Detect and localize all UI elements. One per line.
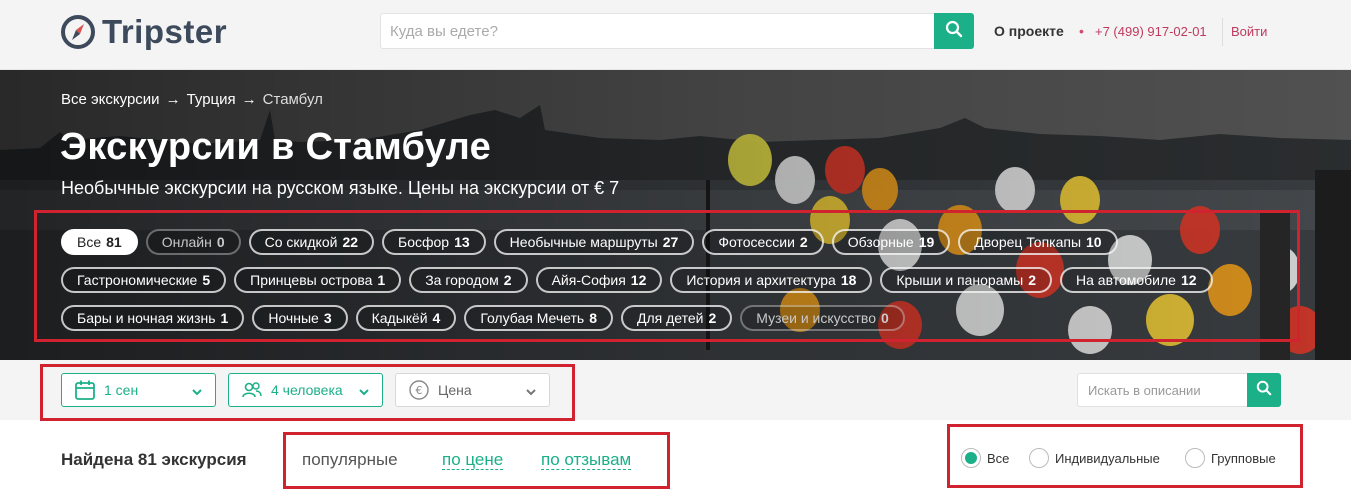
about-link[interactable]: О проекте (994, 23, 1064, 39)
logo-text: Tripster (102, 13, 228, 50)
arrow-right-icon: → (165, 91, 181, 108)
breadcrumb-city: Стамбул (262, 91, 323, 108)
logo[interactable]: Tripster (60, 12, 227, 52)
highlight-box-sort (283, 432, 670, 489)
compass-icon (60, 14, 96, 50)
description-search-button[interactable] (1247, 373, 1281, 407)
highlight-box-tags (34, 210, 1300, 342)
description-search (1077, 373, 1281, 407)
separator-dot: • (1079, 23, 1084, 39)
arrow-right-icon: → (241, 91, 257, 108)
login-link[interactable]: Войти (1231, 24, 1267, 39)
results-count: Найдена 81 экскурсия (61, 450, 247, 469)
highlight-box-filters (40, 364, 575, 421)
breadcrumb: Все экскурсии → Турция → Стамбул (61, 91, 323, 108)
search-button[interactable] (934, 13, 974, 49)
destination-search (380, 13, 974, 49)
top-header: Tripster О проекте • +7 (499) 917-02-01 … (0, 0, 1351, 70)
description-search-input[interactable] (1077, 373, 1247, 407)
search-icon (945, 20, 963, 43)
breadcrumb-all[interactable]: Все экскурсии (61, 91, 160, 108)
page-title: Экскурсии в Стамбуле (60, 126, 492, 168)
destination-search-input[interactable] (380, 13, 934, 49)
page-subtitle: Необычные экскурсии на русском языке. Це… (61, 178, 620, 198)
breadcrumb-country[interactable]: Турция (187, 91, 236, 108)
highlight-box-type (947, 424, 1303, 488)
phone-link[interactable]: +7 (499) 917-02-01 (1095, 24, 1207, 39)
divider (1222, 18, 1223, 46)
search-icon (1256, 380, 1272, 401)
